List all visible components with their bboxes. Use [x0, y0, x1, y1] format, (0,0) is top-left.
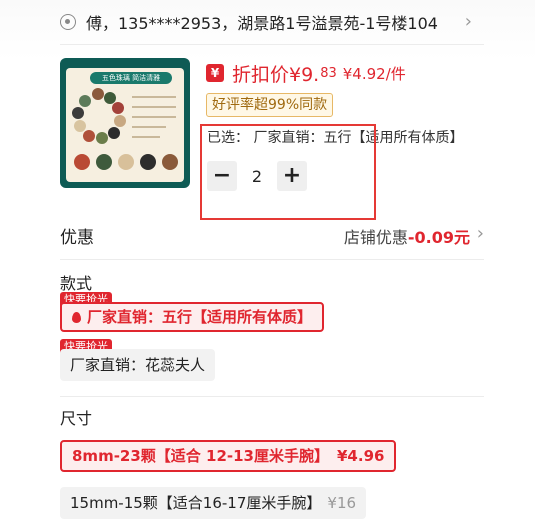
size-option-15mm[interactable]: 15mm-15颗【适合16-17厘米手腕】 ¥16	[60, 487, 367, 519]
promotion-amount: -0.09元	[407, 228, 470, 247]
bead	[108, 127, 120, 139]
bead	[74, 120, 86, 132]
size-option-label: 8mm-23颗【适合 12-13厘米手腕】	[72, 447, 329, 465]
style-option-label: 厂家直销：花蕊夫人	[70, 356, 206, 374]
style-option-huarui[interactable]: 厂家直销：花蕊夫人	[60, 349, 216, 381]
address-row[interactable]: 傅，135****2953，湖景路1号溢景苑-1号楼104 ›	[60, 8, 480, 36]
bead	[96, 132, 108, 144]
size-section-title: 尺寸	[60, 409, 93, 428]
bead	[112, 102, 124, 114]
promotion-label: 优惠	[60, 227, 94, 248]
promotion-prefix: 店铺优惠	[343, 228, 408, 247]
style-option-label: 厂家直销：五行【适用所有体质】	[87, 308, 313, 326]
size-option-8mm[interactable]: 8mm-23颗【适合 12-13厘米手腕】 ¥4.96	[60, 440, 397, 472]
address-text: 傅，135****2953，湖景路1号溢景苑-1号楼104	[86, 14, 438, 33]
size-option-price: ¥4.96	[337, 447, 385, 465]
style-section-title: 款式	[60, 274, 93, 293]
promotion-row[interactable]: 优惠 店铺优惠-0.09元 ›	[60, 222, 484, 248]
size-option-price: ¥16	[327, 494, 357, 512]
discount-price: 折扣价¥9.	[232, 63, 320, 86]
bead	[79, 95, 91, 107]
bead	[72, 107, 84, 119]
bead	[162, 154, 178, 170]
text-line	[132, 116, 176, 118]
chevron-right-icon: ›	[476, 223, 484, 244]
promotion-summary: 店铺优惠-0.09元	[344, 224, 470, 248]
unit-price: ¥4.92/件	[342, 64, 406, 83]
bead	[83, 130, 95, 142]
divider	[60, 44, 484, 45]
text-line	[132, 96, 176, 98]
bead	[118, 154, 134, 170]
bead	[96, 154, 112, 170]
fire-icon	[72, 312, 81, 323]
rating-badge: 好评率超99%同款	[206, 93, 334, 117]
location-pin-icon	[60, 14, 76, 30]
style-option-wuxing[interactable]: 厂家直销：五行【适用所有体质】	[60, 302, 325, 332]
product-thumbnail[interactable]: 五色珠璃 简洁清雅	[60, 58, 190, 188]
bead	[74, 154, 90, 170]
bead	[92, 88, 104, 100]
thumbnail-banner: 五色珠璃 简洁清雅	[90, 72, 172, 84]
divider	[60, 259, 484, 260]
text-line	[132, 126, 166, 128]
yen-badge-icon: ¥	[206, 64, 224, 82]
text-line	[132, 136, 160, 138]
price-row: ¥ 折扣价¥9. 83 ¥4.92/件	[206, 60, 406, 86]
thumbnail-card: 五色珠璃 简洁清雅	[66, 68, 184, 182]
size-option-label: 15mm-15颗【适合16-17厘米手腕】	[70, 494, 322, 512]
chevron-right-icon: ›	[464, 11, 472, 32]
sku-selector-page: 傅，135****2953，湖景路1号溢景苑-1号楼104 › 五色珠璃 简洁清…	[0, 0, 535, 525]
discount-price-decimal: 83	[320, 65, 337, 81]
bead	[114, 115, 126, 127]
text-line	[132, 106, 176, 108]
divider	[60, 396, 484, 397]
highlight-frame	[200, 124, 376, 220]
bead	[140, 154, 156, 170]
